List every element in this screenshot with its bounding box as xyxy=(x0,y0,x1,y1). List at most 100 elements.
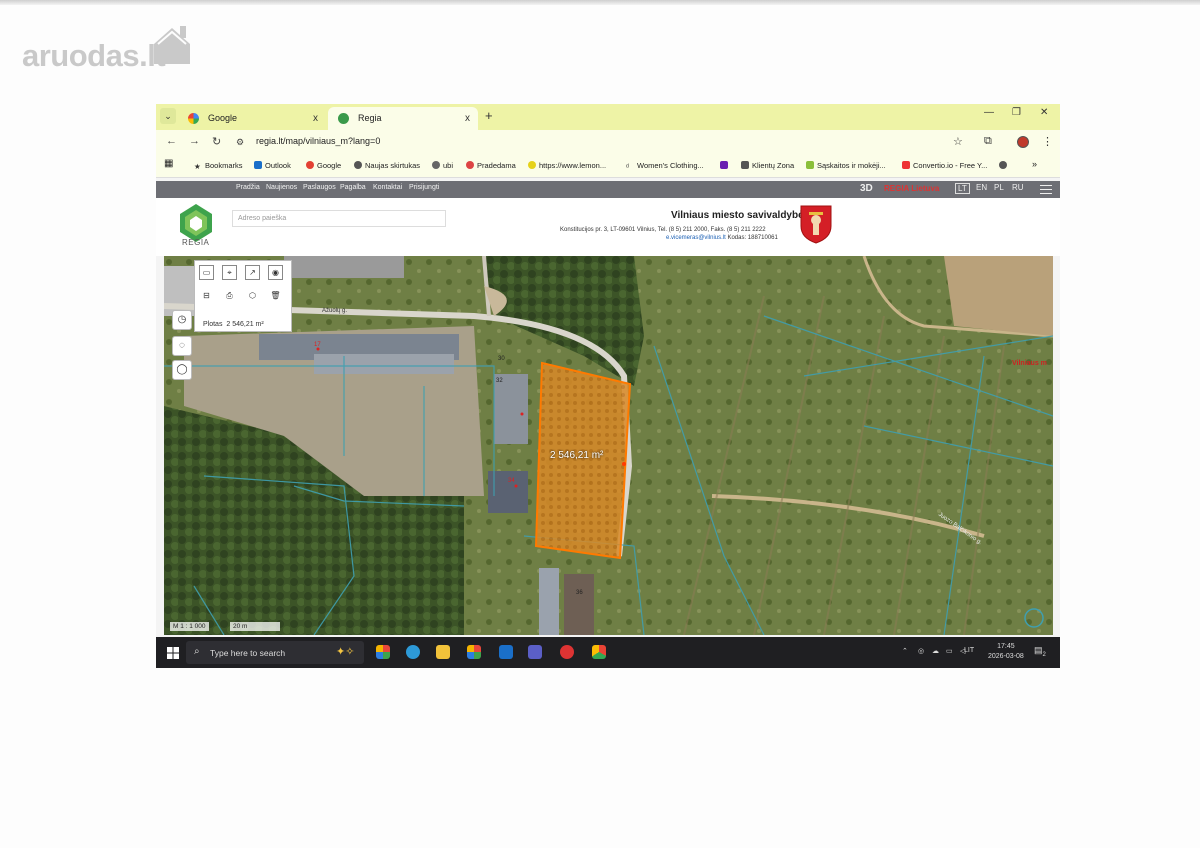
tray-app-icon[interactable]: ◎ xyxy=(918,647,924,655)
invoice-icon xyxy=(806,161,814,169)
star-icon[interactable]: ☆ xyxy=(953,135,963,148)
bookmark-item[interactable]: Outlook xyxy=(254,161,291,170)
bookmarks-bar: ▦ ★ Bookmarks Outlook Google Naujas skirt… xyxy=(156,154,1060,178)
line-measure-icon[interactable]: ⊟ xyxy=(199,289,214,304)
nav-link[interactable]: Pradžia xyxy=(236,184,260,191)
municipality-code: Kodas: 188710061 xyxy=(727,235,778,241)
target-icon[interactable]: ◉ xyxy=(268,265,283,280)
back-icon[interactable]: ← xyxy=(166,135,177,147)
portal-icon xyxy=(741,161,749,169)
cloud-icon[interactable]: ☁ xyxy=(932,647,939,655)
bookmark-item[interactable]: Sąskaitos ir mokėji... xyxy=(806,161,886,170)
bookmark-item[interactable]: Convertio.io - Free Y... xyxy=(902,161,987,170)
marker-icon[interactable]: ⌖ xyxy=(222,265,237,280)
bookmark-item[interactable]: Klientų Zona xyxy=(741,161,794,170)
scan-edge xyxy=(0,0,1200,5)
bookmark-item[interactable]: Naujas skirtukas xyxy=(354,161,420,170)
minimize-icon[interactable]: — xyxy=(984,107,994,118)
measure-toolbar: ▭ ⌖ ↗ ◉ ⊟ ⎙ ⬡ 🗑 Plotas 2 546,21 m² xyxy=(194,260,292,332)
lemon-icon xyxy=(528,161,536,169)
chevron-up-icon[interactable]: ⌃ xyxy=(902,647,908,655)
close-icon[interactable]: x xyxy=(465,107,470,130)
lang-ru[interactable]: RU xyxy=(1012,183,1024,192)
history-icon[interactable]: ◷ xyxy=(172,310,192,330)
convertio-icon xyxy=(902,161,910,169)
menu-dots-icon[interactable]: ⋮ xyxy=(1042,135,1053,148)
nav-link[interactable]: Paslaugos xyxy=(303,184,336,191)
chrome-icon xyxy=(466,161,474,169)
teams-icon[interactable] xyxy=(528,645,542,659)
municipality-address: Konstitucijos pr. 3, LT-09601 Vilnius, T… xyxy=(560,227,766,233)
globe-icon xyxy=(432,161,440,169)
bookmark-item[interactable]: https://www.lemon... xyxy=(528,161,606,170)
bookmark-item[interactable] xyxy=(999,161,1010,170)
notification-icon[interactable]: ▤2 xyxy=(1034,645,1046,658)
tab-google[interactable]: Google x xyxy=(178,107,326,130)
forward-icon[interactable]: → xyxy=(189,135,200,147)
tab-regia[interactable]: Regia x xyxy=(328,107,478,130)
store-icon[interactable] xyxy=(467,645,481,659)
municipality-title: Vilniaus miesto savivaldybė xyxy=(671,210,804,221)
url-field[interactable]: regia.lt/map/vilniaus_m?lang=0 xyxy=(256,136,380,146)
watermark-brand: aruodas xyxy=(22,38,140,73)
polygon-icon[interactable]: ⬡ xyxy=(245,289,260,304)
more-bookmarks-icon[interactable]: » xyxy=(1032,159,1037,169)
region-label[interactable]: REGIA Lietuva xyxy=(884,184,939,193)
taskbar-search-placeholder: Type here to search xyxy=(210,648,286,658)
bookmark-item[interactable] xyxy=(720,161,731,170)
print-icon[interactable]: ⎙ xyxy=(222,289,237,304)
lasso-icon[interactable]: ◯ xyxy=(172,360,192,380)
copilot-icon[interactable] xyxy=(376,645,390,659)
mode-3d-button[interactable]: 3D xyxy=(860,183,873,194)
outlook-icon[interactable] xyxy=(499,645,513,659)
window-close-icon[interactable]: ✕ xyxy=(1040,107,1048,118)
reload-icon[interactable]: ↻ xyxy=(212,135,221,148)
new-tab-button[interactable]: + xyxy=(485,108,493,123)
lang-en[interactable]: EN xyxy=(976,183,987,192)
hamburger-menu-icon[interactable] xyxy=(1040,185,1052,194)
share-icon[interactable]: ↗ xyxy=(245,265,260,280)
lang-lt[interactable]: LT xyxy=(955,183,970,194)
language-indicator[interactable]: LIT xyxy=(964,647,974,654)
trash-icon[interactable]: 🗑 xyxy=(268,289,283,304)
nav-link[interactable]: Prisijungti xyxy=(409,184,439,191)
bookmark-item[interactable]: ★ Bookmarks xyxy=(194,161,243,171)
bookmark-item[interactable]: ᵈ Women's Clothing... xyxy=(626,161,704,171)
nav-link[interactable]: Pagalba xyxy=(340,184,366,191)
email-link[interactable]: e.vicemeras@vilnius.lt xyxy=(666,235,726,241)
bookmark-item[interactable]: Google xyxy=(306,161,341,170)
extensions-icon[interactable]: ⧉ xyxy=(984,135,992,148)
bookmark-item[interactable]: ubi xyxy=(432,161,453,170)
windows-start-icon[interactable] xyxy=(167,647,179,659)
lang-pl[interactable]: PL xyxy=(994,183,1004,192)
clock[interactable]: 17:45 2026-03-08 xyxy=(988,642,1024,662)
aerial-map[interactable]: ▭ ⌖ ↗ ◉ ⊟ ⎙ ⬡ 🗑 Plotas 2 546,21 m² ◷ ◌ ◯… xyxy=(164,256,1053,635)
restore-icon[interactable]: ❐ xyxy=(1012,107,1021,118)
edge-icon[interactable] xyxy=(406,645,420,659)
clock-time: 17:45 xyxy=(997,643,1015,650)
close-icon[interactable]: x xyxy=(313,107,318,130)
profile-avatar[interactable] xyxy=(1017,136,1029,148)
nav-link[interactable]: Naujienos xyxy=(266,184,297,191)
street-label: Ažuolų g. xyxy=(322,308,348,314)
chrome-icon[interactable] xyxy=(592,645,606,659)
aerial-map-imagery xyxy=(164,256,1053,635)
parcel-number: 30 xyxy=(498,356,505,362)
star-icon: ★ xyxy=(194,162,201,171)
locate-icon[interactable]: ◌ xyxy=(172,336,192,356)
apps-grid-icon[interactable]: ▦ xyxy=(164,158,173,169)
app-icon[interactable] xyxy=(560,645,574,659)
ruler-icon[interactable]: ▭ xyxy=(199,265,214,280)
file-explorer-icon[interactable] xyxy=(436,645,450,659)
network-icon[interactable]: ▭ xyxy=(946,647,953,655)
nav-link[interactable]: Kontaktai xyxy=(373,184,402,191)
address-search-input[interactable]: Adreso paieška xyxy=(232,210,446,227)
area-readout-label: Plotas xyxy=(203,321,223,328)
clock-date: 2026-03-08 xyxy=(988,653,1024,660)
site-settings-icon[interactable]: ⚙ xyxy=(236,137,244,148)
bookmark-item[interactable]: Pradedama xyxy=(466,161,516,170)
sparkle-icon: ✦✧ xyxy=(336,646,355,658)
parcel-number: 17 xyxy=(314,342,321,348)
chevron-down-icon[interactable]: ⌄ xyxy=(160,108,176,124)
taskbar-search[interactable]: ⌕ Type here to search ✦✧ xyxy=(186,641,364,664)
